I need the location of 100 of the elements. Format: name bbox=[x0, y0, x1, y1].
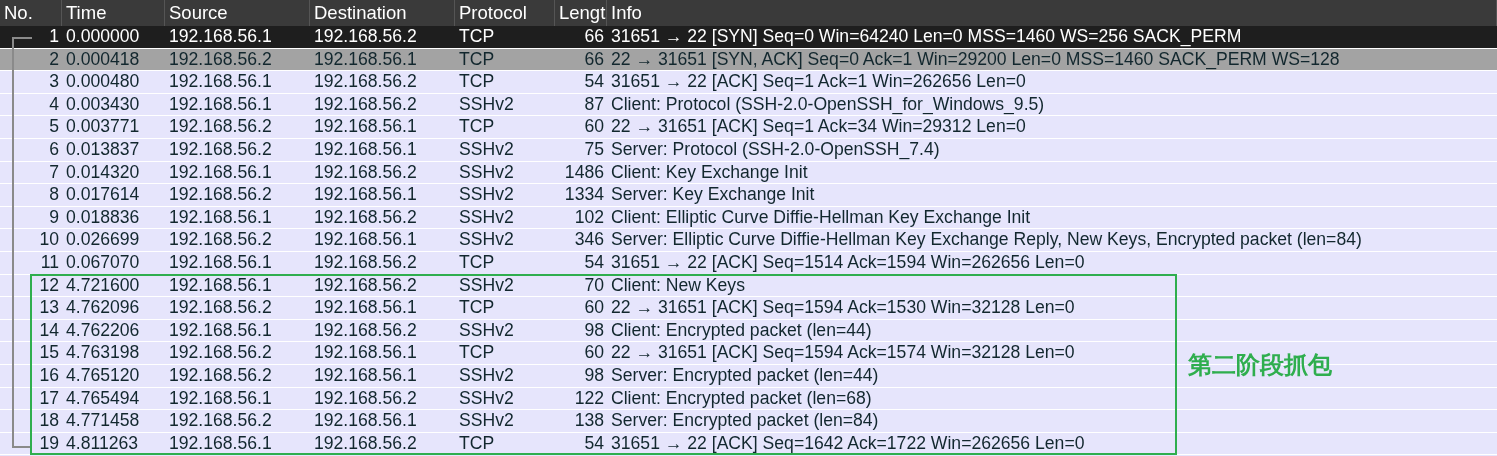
destination-cell: 192.168.56.2 bbox=[314, 71, 417, 92]
length-cell: 60 bbox=[584, 297, 604, 318]
time-cell: 0.026699 bbox=[66, 229, 140, 250]
info-cell: 22 → 31651 [ACK] Seq=1 Ack=34 Win=29312 Len=0 bbox=[611, 116, 1026, 137]
packet-row[interactable]: 17 4.765494 192.168.56.1 192.168.56.2 SSHv2 122 Client: Encrypted packet (len=68) bbox=[0, 387, 1497, 411]
time-cell: 4.762206 bbox=[66, 319, 140, 340]
packet-row[interactable]: 12 4.721600 192.168.56.1 192.168.56.2 SSHv2 70 Client: New Keys bbox=[0, 274, 1497, 298]
info-cell: 31651 → 22 [ACK] Seq=1642 Ack=1722 Win=262656 Len=0 bbox=[611, 432, 1085, 453]
info-cell: 22 → 31651 [ACK] Seq=1594 Ack=1530 Win=32128 Len=0 bbox=[611, 297, 1075, 318]
number-cell: 3 bbox=[49, 71, 59, 93]
time-cell: 0.003771 bbox=[66, 116, 140, 137]
info-cell: Server: Encrypted packet (len=44) bbox=[611, 364, 879, 385]
packet-row[interactable]: 5 0.003771 192.168.56.2 192.168.56.1 TCP 60 22 → 31651 [ACK] Seq=1 Ack=34 Win=29312 Len=0 bbox=[0, 116, 1497, 139]
protocol-cell: SSHv2 bbox=[459, 364, 514, 385]
packet-row[interactable]: 14 4.762206 192.168.56.1 192.168.56.2 SSHv2 98 Client: Encrypted packet (len=44) bbox=[0, 319, 1497, 343]
number-cell: 12 bbox=[39, 274, 59, 297]
packet-row[interactable]: 2 0.000418 192.168.56.2 192.168.56.1 TCP 66 22 → 31651 [SYN, ACK] Seq=0 Ack=1 Win=29200 Len=0 MSS=1460 SACK_PERM WS=128 bbox=[0, 48, 1497, 72]
destination-cell: 192.168.56.1 bbox=[314, 410, 417, 431]
time-cell: 4.762096 bbox=[66, 297, 140, 318]
packet-row[interactable]: 8 0.017614 192.168.56.2 192.168.56.1 SSHv2 1334 Server: Key Exchange Init bbox=[0, 184, 1497, 207]
info-cell: Client: New Keys bbox=[611, 274, 745, 295]
source-cell: 192.168.56.1 bbox=[169, 93, 272, 114]
destination-cell: 192.168.56.1 bbox=[314, 364, 417, 385]
source-cell: 192.168.56.1 bbox=[169, 319, 272, 340]
number-cell: 17 bbox=[39, 387, 59, 410]
info-cell: Client: Encrypted packet (len=44) bbox=[611, 319, 872, 340]
protocol-cell: TCP bbox=[459, 432, 495, 453]
number-cell: 4 bbox=[49, 93, 59, 116]
destination-cell: 192.168.56.1 bbox=[314, 297, 417, 318]
destination-cell: 192.168.56.2 bbox=[314, 161, 417, 182]
destination-cell: 192.168.56.2 bbox=[314, 93, 417, 114]
info-cell: 31651 → 22 [ACK] Seq=1514 Ack=1594 Win=262656 Len=0 bbox=[611, 251, 1085, 272]
info-cell: 31651 → 22 [ACK] Seq=1 Ack=1 Win=262656 Len=0 bbox=[611, 71, 1026, 92]
source-cell: 192.168.56.1 bbox=[169, 387, 272, 408]
protocol-cell: SSHv2 bbox=[459, 93, 514, 114]
time-cell: 0.000000 bbox=[66, 26, 140, 46]
number-cell: 6 bbox=[49, 138, 59, 161]
protocol-cell: SSHv2 bbox=[459, 274, 514, 295]
length-cell: 1486 bbox=[564, 161, 604, 182]
info-cell: 31651 → 22 [SYN] Seq=0 Win=64240 Len=0 MSS=1460 WS=256 SACK_PERM bbox=[611, 26, 1242, 46]
source-cell: 192.168.56.2 bbox=[169, 116, 272, 137]
info-cell: Server: Elliptic Curve Diffie-Hellman Key Exchange Reply, New Keys, Encrypted packet (len=84) bbox=[611, 229, 1362, 250]
length-cell: 87 bbox=[584, 93, 604, 114]
protocol-cell: TCP bbox=[459, 26, 495, 46]
info-cell: Client: Encrypted packet (len=68) bbox=[611, 387, 872, 408]
time-cell: 4.771458 bbox=[66, 410, 140, 431]
length-cell: 66 bbox=[584, 48, 604, 69]
number-cell: 5 bbox=[49, 116, 59, 138]
protocol-cell: SSHv2 bbox=[459, 387, 514, 408]
protocol-cell: TCP bbox=[459, 48, 495, 69]
source-cell: 192.168.56.2 bbox=[169, 48, 272, 69]
protocol-cell: SSHv2 bbox=[459, 229, 514, 250]
packet-row[interactable]: 13 4.762096 192.168.56.2 192.168.56.1 TCP 60 22 → 31651 [ACK] Seq=1594 Ack=1530 Win=32128 Len=0 bbox=[0, 297, 1497, 320]
time-cell: 0.014320 bbox=[66, 161, 140, 182]
destination-cell: 192.168.56.1 bbox=[314, 342, 417, 363]
number-cell: 9 bbox=[49, 206, 59, 229]
length-cell: 54 bbox=[584, 432, 604, 453]
info-cell: Client: Key Exchange Init bbox=[611, 161, 808, 182]
length-cell: 98 bbox=[584, 319, 604, 340]
time-cell: 4.765494 bbox=[66, 387, 140, 408]
length-cell: 66 bbox=[584, 26, 604, 46]
number-cell: 13 bbox=[39, 297, 59, 319]
number-cell: 18 bbox=[39, 410, 59, 432]
destination-cell: 192.168.56.1 bbox=[314, 229, 417, 250]
time-cell: 0.018836 bbox=[66, 206, 140, 227]
packet-row[interactable]: 11 0.067070 192.168.56.1 192.168.56.2 TCP 54 31651 → 22 [ACK] Seq=1514 Ack=1594 Win=262656 Len=0 bbox=[0, 251, 1497, 275]
info-cell: Server: Encrypted packet (len=84) bbox=[611, 410, 879, 431]
source-cell: 192.168.56.2 bbox=[169, 184, 272, 205]
destination-cell: 192.168.56.1 bbox=[314, 48, 417, 69]
length-cell: 1334 bbox=[564, 184, 604, 205]
time-cell: 0.067070 bbox=[66, 251, 140, 272]
destination-cell: 192.168.56.2 bbox=[314, 26, 417, 46]
packet-row[interactable]: 1 0.000000 192.168.56.1 192.168.56.2 TCP 66 31651 → 22 [SYN] Seq=0 Win=64240 Len=0 MSS=1460 WS=256 SACK_PERM bbox=[0, 26, 1497, 49]
number-cell: 1 bbox=[49, 26, 59, 48]
source-cell: 192.168.56.1 bbox=[169, 432, 272, 453]
destination-cell: 192.168.56.2 bbox=[314, 319, 417, 340]
protocol-cell: TCP bbox=[459, 342, 495, 363]
packet-row[interactable]: 18 4.771458 192.168.56.2 192.168.56.1 SSHv2 138 Server: Encrypted packet (len=84) bbox=[0, 410, 1497, 433]
packet-row[interactable]: 4 0.003430 192.168.56.1 192.168.56.2 SSHv2 87 Client: Protocol (SSH-2.0-OpenSSH_for_Windows_9.5) bbox=[0, 93, 1497, 117]
source-cell: 192.168.56.2 bbox=[169, 229, 272, 250]
source-cell: 192.168.56.1 bbox=[169, 71, 272, 92]
time-cell: 0.000480 bbox=[66, 71, 140, 92]
packet-row[interactable]: 7 0.014320 192.168.56.1 192.168.56.2 SSHv2 1486 Client: Key Exchange Init bbox=[0, 161, 1497, 185]
length-cell: 98 bbox=[584, 364, 604, 385]
packet-row[interactable]: 6 0.013837 192.168.56.2 192.168.56.1 SSHv2 75 Server: Protocol (SSH-2.0-OpenSSH_7.4) bbox=[0, 138, 1497, 162]
packet-row[interactable]: 10 0.026699 192.168.56.2 192.168.56.1 SSHv2 346 Server: Elliptic Curve Diffie-Hellman Key Exchange Reply, New Keys, Encrypted packet (len=84) bbox=[0, 229, 1497, 252]
time-cell: 0.003430 bbox=[66, 93, 140, 114]
length-cell: 60 bbox=[584, 342, 604, 363]
number-cell: 16 bbox=[39, 364, 59, 387]
packet-row[interactable]: 3 0.000480 192.168.56.1 192.168.56.2 TCP 54 31651 → 22 [ACK] Seq=1 Ack=1 Win=262656 Len=0 bbox=[0, 71, 1497, 94]
length-cell: 75 bbox=[584, 138, 604, 159]
source-cell: 192.168.56.1 bbox=[169, 274, 272, 295]
time-cell: 0.017614 bbox=[66, 184, 140, 205]
source-cell: 192.168.56.1 bbox=[169, 206, 272, 227]
info-cell: Client: Elliptic Curve Diffie-Hellman Key Exchange Init bbox=[611, 206, 1031, 227]
packet-row[interactable]: 9 0.018836 192.168.56.1 192.168.56.2 SSHv2 102 Client: Elliptic Curve Diffie-Hellman Key Exchange Init bbox=[0, 206, 1497, 230]
time-cell: 4.721600 bbox=[66, 274, 140, 295]
info-cell: 22 → 31651 [ACK] Seq=1594 Ack=1574 Win=32128 Len=0 bbox=[611, 342, 1075, 363]
source-cell: 192.168.56.1 bbox=[169, 161, 272, 182]
source-cell: 192.168.56.2 bbox=[169, 297, 272, 318]
